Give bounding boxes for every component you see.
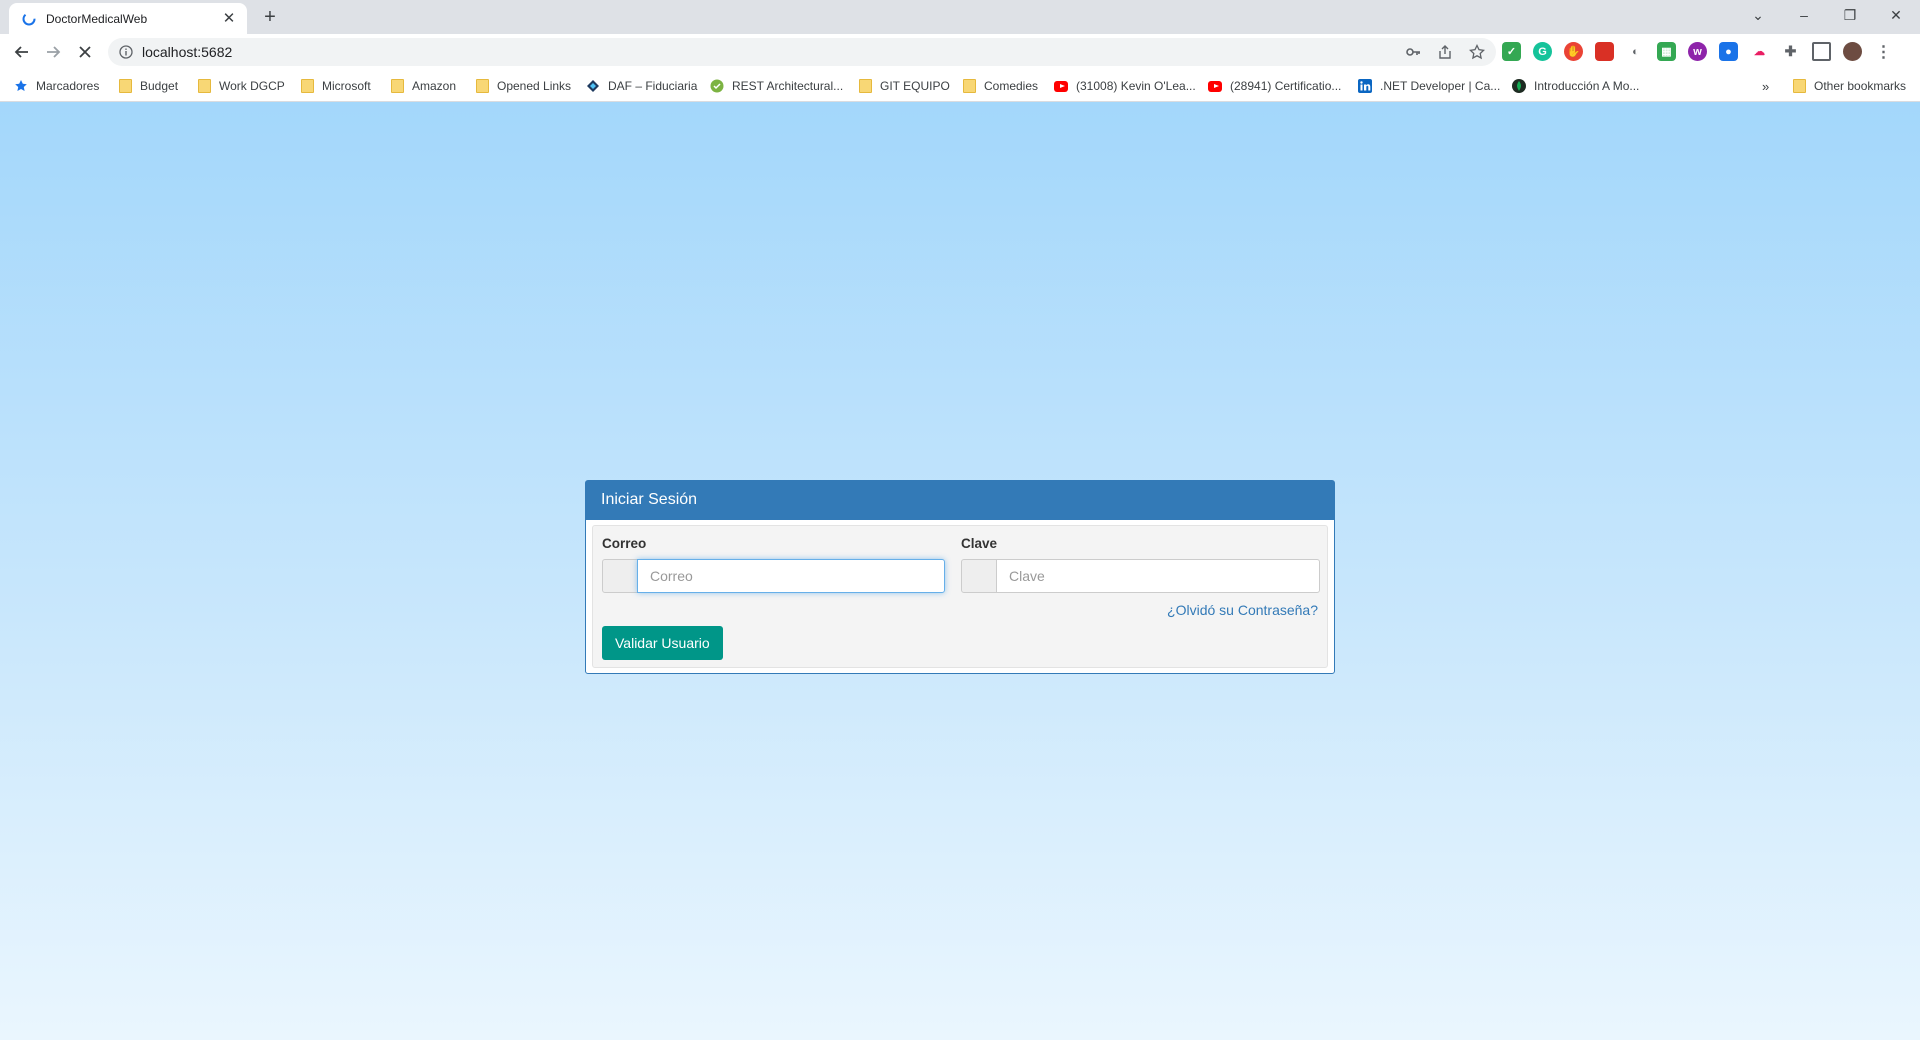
star-icon bbox=[14, 79, 28, 93]
browser-tab[interactable]: DoctorMedicalWeb ✕ bbox=[9, 3, 247, 34]
stop-x-icon bbox=[79, 46, 91, 58]
globe-site-icon bbox=[710, 79, 724, 93]
stop-button[interactable] bbox=[71, 38, 99, 66]
forward-button[interactable] bbox=[39, 38, 67, 66]
folder-icon bbox=[118, 79, 132, 93]
login-form: Correo Clave ¿Olvidó su Contraseña? Vali… bbox=[592, 525, 1328, 668]
bookmark-item[interactable]: (28941) Certificatio... bbox=[1208, 76, 1341, 96]
purple-extension-icon[interactable]: w bbox=[1688, 42, 1707, 61]
bookmark-item[interactable]: DAF – Fiduciaria bbox=[586, 76, 697, 96]
folder-icon bbox=[1792, 79, 1806, 93]
youtube-icon bbox=[1208, 79, 1222, 93]
audio-extension-icon[interactable]: ◐ bbox=[1626, 42, 1645, 61]
linkedin-icon bbox=[1358, 79, 1372, 93]
login-panel-title: Iniciar Sesión bbox=[586, 481, 1334, 520]
tab-strip: DoctorMedicalWeb ✕ + ⌄ – ❐ ✕ bbox=[0, 0, 1920, 34]
site-info-icon[interactable] bbox=[118, 44, 134, 60]
email-input[interactable] bbox=[637, 559, 945, 593]
profile-avatar[interactable] bbox=[1843, 42, 1862, 61]
arrow-right-icon bbox=[47, 46, 61, 58]
more-bookmarks-button[interactable]: » bbox=[1762, 76, 1769, 96]
tab-search-icon[interactable]: ⌄ bbox=[1736, 0, 1780, 30]
bookmark-item[interactable]: GIT EQUIPO bbox=[858, 76, 950, 96]
password-input[interactable] bbox=[996, 559, 1320, 593]
validate-user-button[interactable]: Validar Usuario bbox=[602, 626, 723, 660]
back-button[interactable] bbox=[8, 38, 36, 66]
pink-extension-icon[interactable]: ☁ bbox=[1750, 42, 1769, 61]
restore-icon[interactable]: ❐ bbox=[1828, 0, 1872, 30]
menu-dots-icon[interactable]: ⋮ bbox=[1874, 42, 1893, 61]
share-icon[interactable] bbox=[1436, 43, 1454, 61]
password-key-icon[interactable] bbox=[1404, 43, 1422, 61]
bookmark-star-icon[interactable] bbox=[1468, 43, 1486, 61]
folder-icon bbox=[858, 79, 872, 93]
shield-extension-icon[interactable]: ✓ bbox=[1502, 42, 1521, 61]
bookmark-item[interactable]: Opened Links bbox=[475, 76, 571, 96]
extensions-area: ✓ G ✋ ◐ ▦ w ● ☁ ✚ ⋮ bbox=[1502, 42, 1893, 61]
puzzle-extensions-icon[interactable]: ✚ bbox=[1781, 42, 1800, 61]
red-extension-icon[interactable] bbox=[1595, 42, 1614, 61]
folder-icon bbox=[197, 79, 211, 93]
minimize-icon[interactable]: – bbox=[1782, 0, 1826, 30]
password-input-addon bbox=[961, 559, 997, 593]
folder-icon bbox=[475, 79, 489, 93]
new-tab-button[interactable]: + bbox=[258, 6, 282, 30]
bookmark-item[interactable]: Marcadores bbox=[14, 76, 99, 96]
bookmark-item[interactable]: (31008) Kevin O'Lea... bbox=[1054, 76, 1196, 96]
password-label: Clave bbox=[961, 536, 998, 551]
folder-icon bbox=[300, 79, 314, 93]
side-panel-icon[interactable] bbox=[1812, 42, 1831, 61]
bookmark-item[interactable]: Introducción A Mo... bbox=[1512, 76, 1639, 96]
bookmark-item[interactable]: Microsoft bbox=[300, 76, 371, 96]
bookmark-item[interactable]: Work DGCP bbox=[197, 76, 285, 96]
url-text: localhost:5682 bbox=[142, 44, 233, 60]
diamond-site-icon bbox=[586, 79, 600, 93]
other-bookmarks-folder[interactable]: Other bookmarks bbox=[1792, 76, 1906, 96]
adblock-extension-icon[interactable]: ✋ bbox=[1564, 42, 1583, 61]
bookmark-item[interactable]: REST Architectural... bbox=[710, 76, 843, 96]
window-close-icon[interactable]: ✕ bbox=[1874, 0, 1918, 30]
address-bar[interactable]: localhost:5682 bbox=[108, 38, 1496, 66]
arrow-left-icon bbox=[14, 46, 28, 58]
tab-title: DoctorMedicalWeb bbox=[46, 11, 148, 26]
youtube-icon bbox=[1054, 79, 1068, 93]
bookmark-item[interactable]: Comedies bbox=[962, 76, 1038, 96]
login-panel: Iniciar Sesión Correo Clave ¿Olvidó su C… bbox=[585, 480, 1335, 674]
bookmark-item[interactable]: Budget bbox=[118, 76, 178, 96]
folder-icon bbox=[962, 79, 976, 93]
bookmarks-bar: Marcadores Budget Work DGCP Microsoft Am… bbox=[0, 70, 1920, 102]
forgot-password-link[interactable]: ¿Olvidó su Contraseña? bbox=[1167, 602, 1318, 618]
mongodb-icon bbox=[1512, 79, 1526, 93]
loading-favicon-icon bbox=[21, 11, 37, 27]
email-input-addon bbox=[602, 559, 638, 593]
bookmark-item[interactable]: Amazon bbox=[390, 76, 456, 96]
bookmark-item[interactable]: .NET Developer | Ca... bbox=[1358, 76, 1500, 96]
drop-extension-icon[interactable]: ● bbox=[1719, 42, 1738, 61]
tab-close-icon[interactable]: ✕ bbox=[221, 10, 237, 27]
grammarly-extension-icon[interactable]: G bbox=[1533, 42, 1552, 61]
page-background: Iniciar Sesión Correo Clave ¿Olvidó su C… bbox=[0, 102, 1920, 1040]
browser-toolbar: localhost:5682 ✓ G ✋ ◐ ▦ w ● ☁ ✚ ⋮ bbox=[0, 34, 1920, 70]
folder-icon bbox=[390, 79, 404, 93]
sheets-extension-icon[interactable]: ▦ bbox=[1657, 42, 1676, 61]
email-label: Correo bbox=[602, 536, 647, 551]
